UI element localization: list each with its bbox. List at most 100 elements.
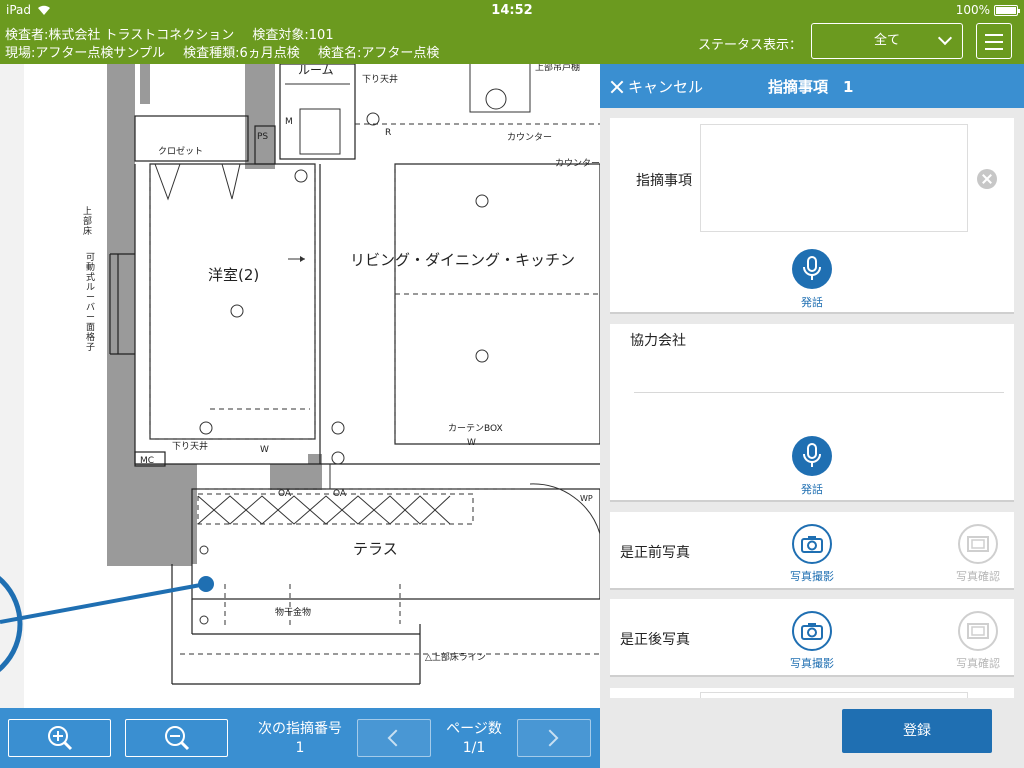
plan-label-curtain: カーテンBOX: [448, 423, 503, 434]
issue-pin[interactable]: [198, 576, 214, 592]
plan-label-w2: W: [467, 438, 476, 448]
partner-underline: [634, 392, 1004, 393]
next-page-button[interactable]: [517, 719, 591, 757]
plan-label-closet: クロゼット: [158, 145, 203, 157]
issue-textarea[interactable]: [700, 124, 968, 232]
register-button[interactable]: 登録: [842, 709, 992, 753]
battery-percent: 100%: [955, 3, 990, 17]
status-filter-select[interactable]: 全て: [811, 23, 963, 59]
status-right: 100%: [955, 3, 1020, 17]
take-photo-after-caption: 写真撮影: [790, 657, 834, 670]
microphone-icon: [803, 443, 821, 467]
clock: 14:52: [491, 3, 533, 18]
plan-label-counter2: カウンター: [555, 158, 600, 169]
zoom-in-button[interactable]: [8, 719, 111, 757]
plan-label-oa2: OA: [333, 489, 347, 499]
zoom-out-icon: [165, 726, 190, 751]
issue-marker-circle[interactable]: [0, 564, 23, 684]
inspector-text: 検査者:株式会社 トラストコネクション: [5, 28, 235, 43]
site-text: 現場:アフター点検サンプル: [5, 46, 165, 61]
take-photo-before-caption: 写真撮影: [790, 570, 834, 583]
issue-panel-header: キャンセル 指摘事項 1: [600, 64, 1024, 108]
page-count-value: 1/1: [462, 740, 486, 756]
issue-label: 指摘事項: [636, 173, 692, 189]
speak-caption-partner: 発話: [801, 483, 823, 496]
microphone-icon: [803, 256, 821, 280]
clear-icon[interactable]: [977, 169, 997, 189]
target-text: 検査対象:101: [252, 28, 334, 43]
floor-plan-viewer[interactable]: ルーム 下り天井 上部吊戸棚 PS M R クロゼット カウンター カウンター …: [0, 64, 600, 708]
plan-label-western: 洋室(2): [208, 266, 259, 284]
plan-label-counter1: カウンター: [507, 132, 552, 143]
plan-label-louver: 可動式ルーバー面格子: [86, 252, 95, 353]
before-photo-label: 是正前写真: [620, 545, 690, 561]
camera-icon: [801, 623, 823, 640]
plan-label-upper-floor: 上部床: [83, 206, 92, 237]
confirm-photo-before-button[interactable]: [958, 524, 998, 564]
confirm-photo-after-button[interactable]: [958, 611, 998, 651]
photo-preview-icon: [967, 536, 989, 552]
plan-label-ldk: リビング・ダイニング・キッチン: [350, 251, 575, 269]
issue-panel: キャンセル 指摘事項 1 指摘事項 発話 協力会社 発話 是正前写真 写真撮影 …: [600, 64, 1024, 768]
take-photo-after-button[interactable]: [792, 611, 832, 651]
plan-label-ps: PS: [257, 132, 268, 142]
inspection-name-text: 検査名:アフター点検: [317, 46, 440, 61]
zoom-in-icon: [48, 726, 73, 751]
plan-toolbar: 次の指摘番号 1 ページ数 1/1: [0, 708, 600, 768]
partner-input[interactable]: [634, 364, 1004, 388]
page-count-label: ページ数: [446, 721, 502, 737]
status-left: iPad: [6, 3, 51, 17]
confirm-photo-after-caption: 写真確認: [956, 657, 1000, 670]
take-photo-before-button[interactable]: [792, 524, 832, 564]
chevron-right-icon: [541, 729, 559, 747]
after-photo-label: 是正後写真: [620, 632, 690, 648]
plan-label-ceiling2: 下り天井: [172, 440, 208, 452]
plan-label-room: ルーム: [298, 64, 334, 77]
speak-button-partner[interactable]: [792, 436, 832, 476]
confirm-photo-before-caption: 写真確認: [956, 570, 1000, 583]
cancel-label: キャンセル: [628, 78, 704, 96]
hamburger-icon: [985, 34, 1003, 36]
partner-card: 協力会社 発話: [610, 324, 1014, 502]
speak-caption-issue: 発話: [801, 296, 823, 309]
zoom-out-button[interactable]: [125, 719, 228, 757]
camera-icon: [801, 536, 823, 553]
speak-button-issue[interactable]: [792, 249, 832, 289]
plan-label-m: M: [285, 117, 293, 127]
plan-label-terrace: テラス: [353, 540, 398, 558]
prev-page-button[interactable]: [357, 719, 431, 757]
floor-plan-drawing: ルーム 下り天井 上部吊戸棚 PS M R クロゼット カウンター カウンター …: [0, 64, 600, 708]
panel-title: 指摘事項 1: [768, 78, 854, 96]
before-photo-card: 是正前写真 写真撮影 写真確認: [610, 512, 1014, 590]
next-issue-label: 次の指摘番号: [258, 721, 342, 737]
next-issue-value: 1: [295, 740, 305, 756]
menu-button[interactable]: [976, 23, 1012, 59]
plan-label-mc: MC: [140, 456, 154, 466]
app-header: 検査者:株式会社 トラストコネクション 検査対象:101 現場:アフター点検サン…: [0, 20, 1024, 64]
cancel-button[interactable]: キャンセル: [610, 76, 703, 97]
battery-icon: [994, 4, 1020, 16]
device-name: iPad: [6, 3, 32, 17]
after-photo-card: 是正後写真 写真撮影 写真確認: [610, 599, 1014, 677]
photo-preview-icon: [967, 623, 989, 639]
plan-label-r: R: [385, 128, 391, 138]
plan-label-drying: 物干金物: [275, 606, 311, 618]
partner-label: 協力会社: [630, 333, 686, 349]
header-line-1: 検査者:株式会社 トラストコネクション 検査対象:101: [5, 24, 348, 43]
header-line-2: 現場:アフター点検サンプル 検査種類:6ヵ月点検 検査名:アフター点検: [5, 42, 453, 61]
next-card-partial: [610, 688, 1014, 698]
next-card-field[interactable]: [700, 692, 968, 698]
plan-label-ceiling1: 下り天井: [362, 73, 398, 85]
close-icon: [610, 80, 624, 94]
plan-label-upper-cabinet: 上部吊戸棚: [535, 64, 580, 73]
plan-label-wp: WP: [580, 494, 593, 503]
status-filter-value: 全て: [873, 33, 900, 48]
plan-label-w1: W: [260, 445, 269, 455]
wifi-icon: [38, 5, 51, 15]
issue-form: 指摘事項 発話 協力会社 発話 是正前写真 写真撮影 写真確認 是正後写真 写真…: [610, 118, 1014, 698]
plan-label-oa1: OA: [278, 489, 292, 499]
chevron-left-icon: [387, 729, 405, 747]
ios-status-bar: iPad 14:52 100%: [0, 0, 1024, 20]
status-filter-label: ステータス表示：: [698, 38, 803, 53]
inspection-type-text: 検査種類:6ヵ月点検: [183, 46, 300, 61]
